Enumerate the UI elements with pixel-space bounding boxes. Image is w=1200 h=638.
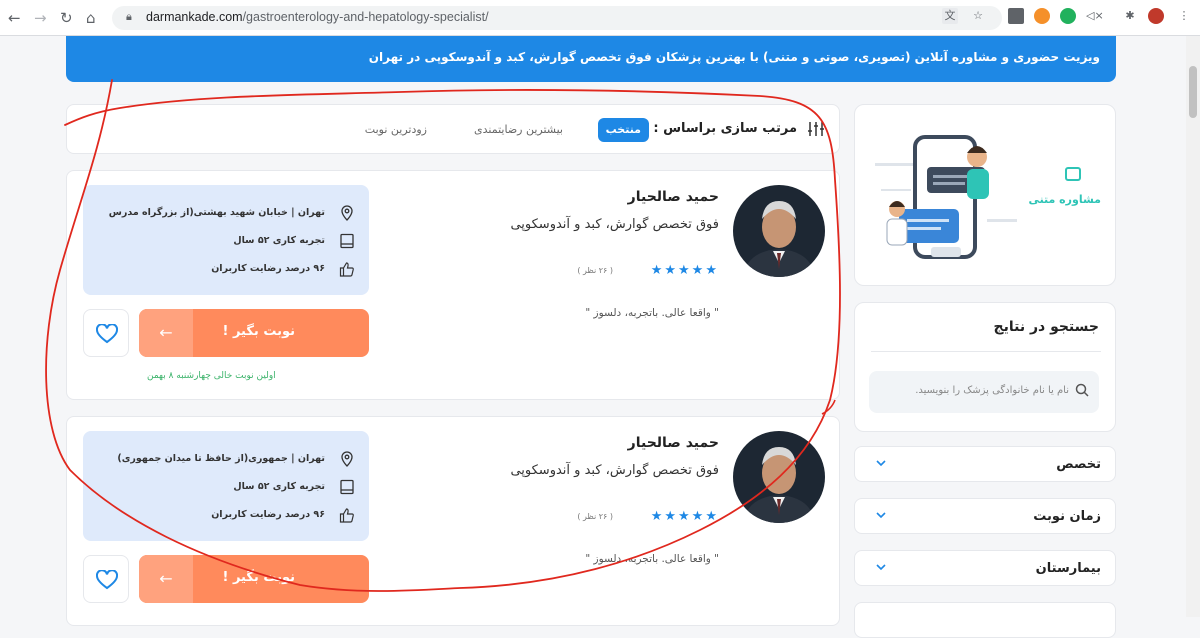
translate-icon[interactable]: 文 bbox=[942, 8, 958, 24]
doctor-photo bbox=[733, 431, 825, 523]
divider bbox=[871, 351, 1101, 352]
profile-avatar[interactable] bbox=[1148, 8, 1164, 24]
doctor-specialty: فوق تخصص گوارش، کبد و آندوسکوپی bbox=[510, 463, 719, 478]
arrow-left-icon: ← bbox=[139, 309, 193, 357]
search-placeholder: نام یا نام خانوادگی پزشک را بنویسید. bbox=[915, 385, 1069, 396]
doctor-info-box: تهران | خیابان شهید بهشتی(از بزرگراه مدر… bbox=[83, 185, 369, 295]
book-appointment-button[interactable]: ← نوبت بگیر ! bbox=[139, 309, 369, 357]
doctor-experience: تجربه کاری ۵۲ سال bbox=[233, 481, 325, 492]
heart-icon bbox=[96, 570, 118, 590]
favorite-button[interactable] bbox=[83, 555, 129, 603]
sort-bar: مرتب سازی براساس : منتخب بیشترین رضایتمن… bbox=[66, 104, 840, 154]
book-icon bbox=[340, 233, 354, 249]
sort-option-earliest[interactable]: زودترین نوبت bbox=[357, 118, 435, 142]
search-title: جستجو در نتایج bbox=[993, 319, 1100, 335]
filter-label: بیمارستان bbox=[1035, 561, 1101, 576]
book-icon bbox=[340, 479, 354, 495]
doctor-satisfaction: ۹۶ درصد رضایت کاربران bbox=[211, 263, 325, 274]
arrow-left-icon: ← bbox=[139, 555, 193, 603]
home-icon[interactable]: ⌂ bbox=[86, 9, 96, 27]
extension-orange-icon[interactable] bbox=[1034, 8, 1050, 24]
filter-more[interactable] bbox=[854, 602, 1116, 638]
extension-green-icon[interactable] bbox=[1060, 8, 1076, 24]
chevron-down-icon bbox=[876, 460, 886, 467]
doctor-name[interactable]: حمید صالحیار bbox=[628, 435, 719, 451]
forward-icon[interactable]: → bbox=[34, 9, 47, 27]
doctor-satisfaction: ۹۶ درصد رضایت کاربران bbox=[211, 509, 325, 520]
address-row: تهران | جمهوری(از حافظ تا میدان جمهوری) bbox=[95, 451, 355, 469]
chevron-down-icon bbox=[876, 512, 886, 519]
address-bar[interactable]: 🔒︎ darmankade.com/gastroenterology-and-h… bbox=[112, 6, 1002, 30]
sort-option-selected[interactable]: منتخب bbox=[597, 118, 649, 142]
doctor-specialty: فوق تخصص گوارش، کبد و آندوسکوپی bbox=[510, 217, 719, 232]
doctor-address: تهران | خیابان شهید بهشتی(از بزرگراه مدر… bbox=[108, 207, 325, 218]
rating-stars: ★★★★★ bbox=[650, 263, 719, 278]
heart-icon bbox=[96, 324, 118, 344]
satisfaction-row: ۹۶ درصد رضایت کاربران bbox=[95, 507, 355, 525]
doctor-address: تهران | جمهوری(از حافظ تا میدان جمهوری) bbox=[117, 453, 325, 464]
review-count: ( ۲۶ نظر ) bbox=[577, 266, 613, 275]
favorite-button[interactable] bbox=[83, 309, 129, 357]
search-icon bbox=[1075, 383, 1089, 397]
book-button-label: نوبت بگیر ! bbox=[222, 570, 296, 585]
sort-option-satisfaction[interactable]: بیشترین رضایتمندی bbox=[466, 118, 571, 142]
mute-icon[interactable]: ◁× bbox=[1086, 8, 1104, 24]
doctor-info-box: تهران | جمهوری(از حافظ تا میدان جمهوری) … bbox=[83, 431, 369, 541]
puzzle-icon[interactable]: ✱ bbox=[1122, 8, 1138, 24]
reload-icon[interactable]: ↻ bbox=[60, 9, 73, 27]
doctor-photo bbox=[733, 185, 825, 277]
url-path: /gastroenterology-and-hepatology-special… bbox=[242, 10, 489, 24]
chevron-down-icon bbox=[876, 564, 886, 571]
experience-row: تجربه کاری ۵۲ سال bbox=[95, 479, 355, 497]
text-consult-card[interactable]: مشاوره متنی bbox=[854, 104, 1116, 286]
doctor-card: حمید صالحیار فوق تخصص گوارش، کبد و آندوس… bbox=[66, 170, 840, 400]
extension-icon[interactable] bbox=[1008, 8, 1024, 24]
url-host: darmankade.com bbox=[146, 10, 243, 24]
thumbs-up-icon bbox=[339, 262, 354, 277]
first-available-slot: اولین نوبت خالی چهارشنبه ۸ بهمن bbox=[147, 371, 276, 381]
experience-row: تجربه کاری ۵۲ سال bbox=[95, 233, 355, 251]
chat-icon bbox=[1065, 167, 1081, 181]
search-results-card: جستجو در نتایج نام یا نام خانوادگی پزشک … bbox=[854, 302, 1116, 432]
doctor-card: حمید صالحیار فوق تخصص گوارش، کبد و آندوس… bbox=[66, 416, 840, 626]
filter-label: تخصص bbox=[1056, 457, 1101, 472]
sliders-icon bbox=[808, 122, 824, 136]
address-row: تهران | خیابان شهید بهشتی(از بزرگراه مدر… bbox=[95, 205, 355, 223]
lock-icon: 🔒︎ bbox=[126, 10, 132, 23]
book-appointment-button[interactable]: ← نوبت بگیر ! bbox=[139, 555, 369, 603]
book-button-label: نوبت بگیر ! bbox=[222, 324, 296, 339]
back-icon[interactable]: ← bbox=[8, 9, 21, 27]
sort-title: مرتب سازی براساس : bbox=[653, 121, 797, 136]
rating-stars: ★★★★★ bbox=[650, 509, 719, 524]
bookmark-star-icon[interactable]: ☆ bbox=[970, 8, 986, 24]
filter-hospital[interactable]: بیمارستان bbox=[854, 550, 1116, 586]
satisfaction-row: ۹۶ درصد رضایت کاربران bbox=[95, 261, 355, 279]
review-quote: " واقعا عالی. باتجربه، دلسوز " bbox=[585, 553, 719, 565]
consult-label: مشاوره متنی bbox=[1028, 193, 1101, 206]
doctor-experience: تجربه کاری ۵۲ سال bbox=[233, 235, 325, 246]
filter-label: زمان نوبت bbox=[1033, 509, 1101, 524]
location-pin-icon bbox=[341, 451, 353, 467]
thumbs-up-icon bbox=[339, 508, 354, 523]
consult-illustration bbox=[875, 135, 1017, 259]
menu-kebab-icon[interactable]: ⋮ bbox=[1176, 8, 1192, 24]
browser-toolbar: ← → ↻ ⌂ 🔒︎ darmankade.com/gastroenterolo… bbox=[0, 0, 1200, 36]
review-count: ( ۲۶ نظر ) bbox=[577, 512, 613, 521]
filter-appointment-time[interactable]: زمان نوبت bbox=[854, 498, 1116, 534]
page-scrollbar[interactable] bbox=[1186, 36, 1200, 617]
scrollbar-thumb[interactable] bbox=[1189, 66, 1197, 118]
doctor-search-input[interactable]: نام یا نام خانوادگی پزشک را بنویسید. bbox=[869, 371, 1099, 413]
page-content: ویزیت حضوری و مشاوره آنلاین (تصویری، صوت… bbox=[0, 36, 1200, 638]
review-quote: " واقعا عالی. باتجربه، دلسوز " bbox=[585, 307, 719, 319]
location-pin-icon bbox=[341, 205, 353, 221]
filter-specialty[interactable]: تخصص bbox=[854, 446, 1116, 482]
hero-banner: ویزیت حضوری و مشاوره آنلاین (تصویری، صوت… bbox=[66, 36, 1116, 82]
doctor-name[interactable]: حمید صالحیار bbox=[628, 189, 719, 205]
